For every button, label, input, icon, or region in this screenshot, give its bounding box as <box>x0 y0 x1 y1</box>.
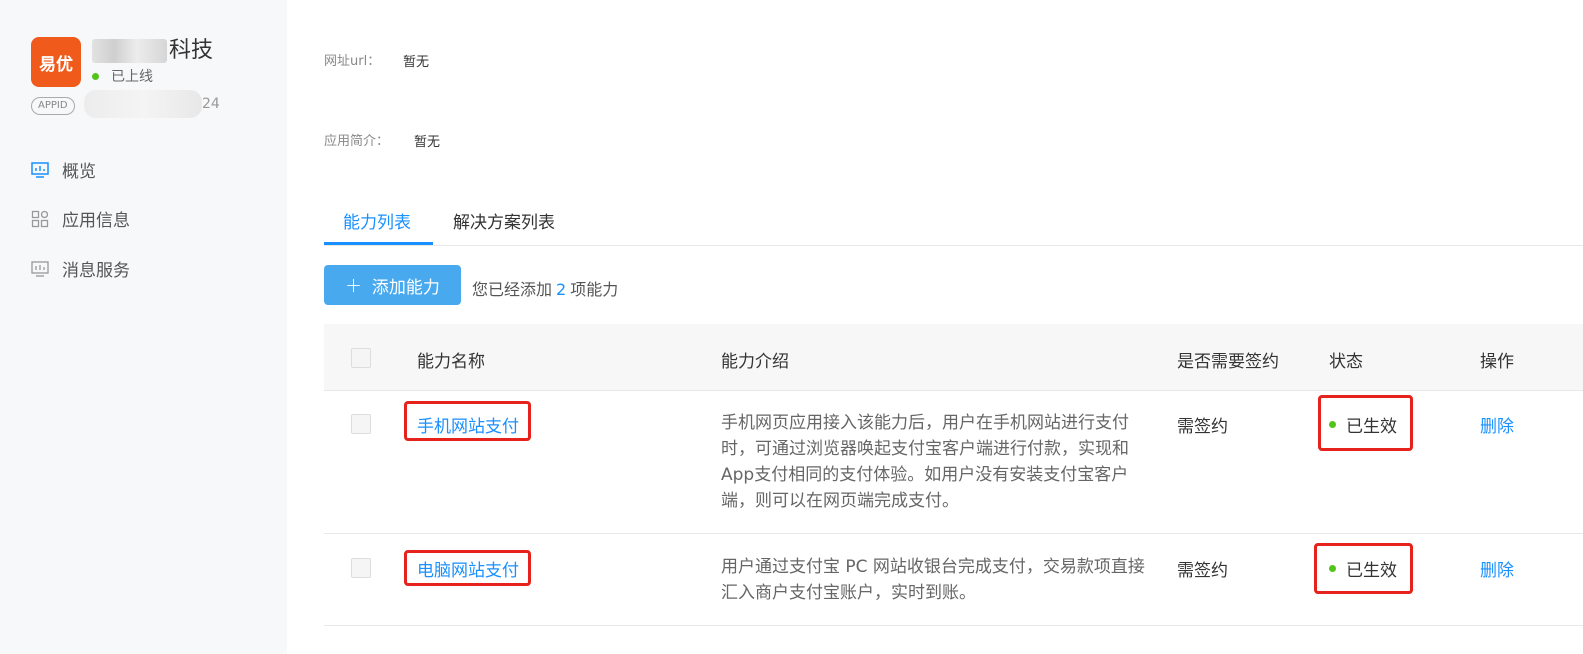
redacted-appid <box>84 90 202 118</box>
sidebar-item-label: 消息服务 <box>62 261 130 281</box>
plus-icon: + <box>345 273 362 297</box>
table-row: 电脑网站支付 用户通过支付宝 PC 网站收银台完成支付，交易款项直接汇入商户支付… <box>324 534 1583 626</box>
add-ability-button[interactable]: + 添加能力 <box>324 265 461 305</box>
sidebar-item-overview[interactable]: 概览 <box>30 157 96 182</box>
redacted-app-name <box>92 39 167 63</box>
sidebar-item-app-info[interactable]: 应用信息 <box>30 206 130 231</box>
table-header: 能力名称 能力介绍 是否需要签约 状态 操作 <box>324 324 1583 391</box>
add-ability-label: 添加能力 <box>371 277 440 298</box>
sidebar-item-label: 应用信息 <box>62 211 130 231</box>
header-ability-name: 能力名称 <box>417 352 485 372</box>
count-suffix: 项能力 <box>570 280 619 299</box>
count-prefix: 您已经添加 <box>472 280 553 299</box>
delete-link[interactable]: 删除 <box>1480 412 1514 437</box>
sign-required-value: 需签约 <box>1177 561 1228 581</box>
highlight-box <box>1314 543 1413 594</box>
intro-value: 暂无 <box>414 135 441 150</box>
message-chart-icon <box>30 259 50 279</box>
ability-description: 用户通过支付宝 PC 网站收银台完成支付，交易款项直接汇入商户支付宝账户，实时到… <box>721 557 1145 603</box>
app-name-suffix: 科技 <box>169 38 214 63</box>
tab-solution-list[interactable]: 解决方案列表 <box>453 208 555 233</box>
sign-required-value: 需签约 <box>1177 417 1228 437</box>
header-action: 操作 <box>1480 352 1514 372</box>
sidebar-item-message-service[interactable]: 消息服务 <box>30 256 130 281</box>
table-row: 手机网站支付 手机网页应用接入该能力后，用户在手机网站进行支付时，可通过浏览器唤… <box>324 390 1583 534</box>
header-ability-intro: 能力介绍 <box>721 352 789 372</box>
tab-active-indicator <box>324 242 433 245</box>
dashboard-icon <box>30 160 50 180</box>
app-status-label: 已上线 <box>111 69 153 85</box>
url-value: 暂无 <box>403 55 430 70</box>
highlight-box <box>1318 395 1413 451</box>
url-label: 网址url： <box>324 54 381 69</box>
sidebar: 易优 科技 已上线 APPID 24 概览 应用信息 消息服务 <box>0 0 287 654</box>
app-status: 已上线 <box>92 66 153 86</box>
ability-count: 您已经添加 2 项能力 <box>472 276 618 300</box>
appid-value: 24 <box>84 90 220 118</box>
sidebar-item-label: 概览 <box>62 162 96 182</box>
header-status: 状态 <box>1329 352 1363 372</box>
intro-label: 应用简介： <box>324 134 390 149</box>
row-checkbox[interactable] <box>351 558 371 578</box>
row-checkbox[interactable] <box>351 414 371 434</box>
ability-description: 手机网页应用接入该能力后，用户在手机网站进行支付时，可通过浏览器唤起支付宝客户端… <box>721 413 1129 511</box>
select-all-checkbox[interactable] <box>351 348 371 368</box>
tab-bar: 能力列表 解决方案列表 <box>324 198 1583 246</box>
appid-tail: 24 <box>202 96 220 112</box>
highlight-box <box>404 401 531 441</box>
online-dot-icon <box>92 72 99 80</box>
appid-tag: APPID <box>31 97 75 115</box>
count-number: 2 <box>556 280 567 299</box>
highlight-box <box>404 550 531 586</box>
header-sign-required: 是否需要签约 <box>1177 352 1279 372</box>
grid-icon <box>30 209 50 229</box>
tab-ability-list[interactable]: 能力列表 <box>343 208 411 233</box>
app-name: 科技 <box>92 32 213 64</box>
delete-link[interactable]: 删除 <box>1480 556 1514 581</box>
app-logo: 易优 <box>31 37 81 87</box>
